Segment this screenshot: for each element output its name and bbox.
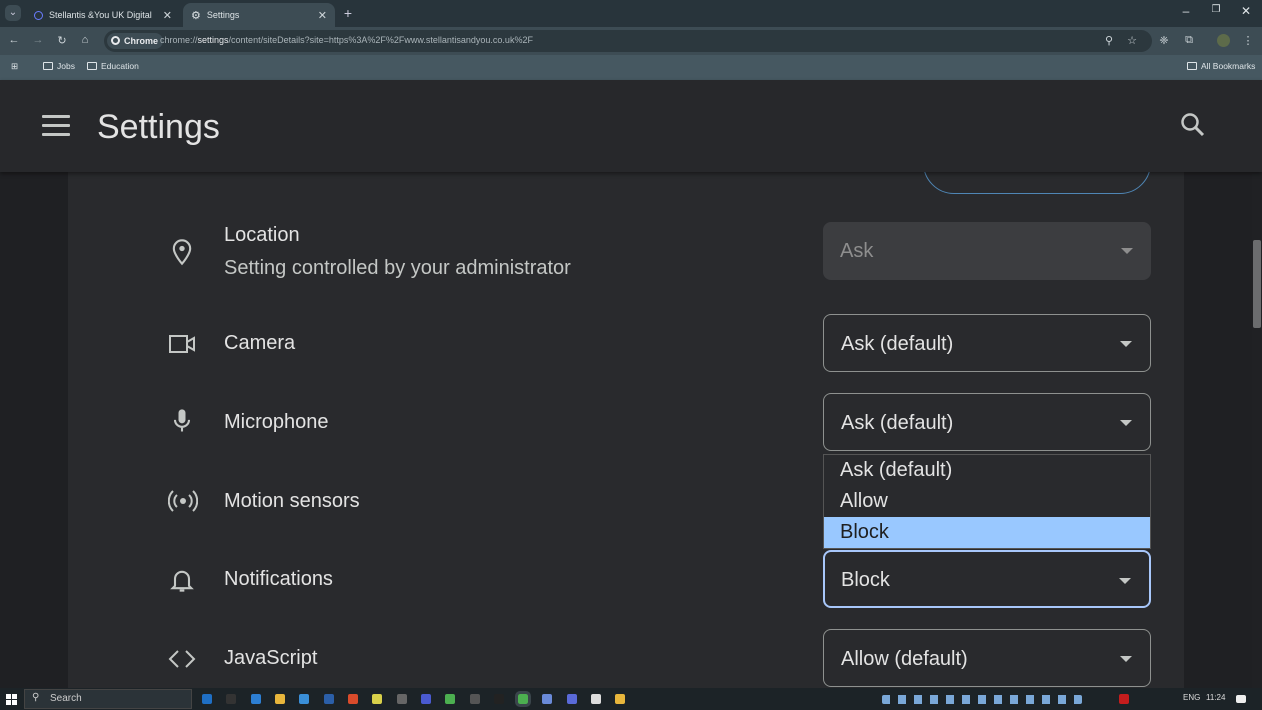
tray-red-icon[interactable] <box>1119 694 1129 704</box>
camera-icon <box>169 335 195 353</box>
close-tab-icon[interactable]: ✕ <box>163 9 172 22</box>
settings-header: Settings <box>0 80 1262 172</box>
menu-kebab-icon[interactable]: ⋮ <box>1241 34 1255 47</box>
bell-icon <box>170 570 194 592</box>
language-indicator[interactable]: ENG <box>1183 693 1200 702</box>
app-icon[interactable] <box>348 694 358 704</box>
search-icon[interactable] <box>1180 112 1206 138</box>
location-pin-icon <box>172 239 192 266</box>
avatar[interactable] <box>1217 34 1230 47</box>
outlook-app-icon[interactable] <box>202 694 212 704</box>
bookmark-star-icon[interactable]: ☆ <box>1125 34 1139 47</box>
teams-app-icon[interactable] <box>567 694 577 704</box>
site-favicon <box>34 10 43 20</box>
address-bar[interactable]: Chrome chrome://settings/content/siteDet… <box>104 30 1152 52</box>
folder-icon <box>43 62 53 70</box>
camera-select[interactable]: Ask (default) <box>823 314 1151 372</box>
bookmarks-bar: ⊞ Jobs Education All Bookmarks <box>0 55 1262 80</box>
tab-stellantis[interactable]: Stellantis &You UK Digital ✕ <box>24 3 180 27</box>
app-icon[interactable] <box>591 694 601 704</box>
tab-settings[interactable]: ⚙ Settings ✕ <box>183 3 335 27</box>
url-text: chrome://settings/content/siteDetails?si… <box>160 35 533 45</box>
tab-search-button[interactable]: ⌄ <box>5 5 21 21</box>
bookmark-folder-jobs[interactable]: Jobs <box>43 61 75 71</box>
folder-icon <box>87 62 97 70</box>
motion-sensors-icon <box>168 490 198 512</box>
app-icon[interactable] <box>421 694 431 704</box>
app-icon[interactable] <box>372 694 382 704</box>
scrollbar-thumb[interactable] <box>1253 240 1261 328</box>
windows-taskbar: ⚲ Search ENG 11:24 <box>0 688 1262 710</box>
system-tray-icons[interactable] <box>882 695 1082 704</box>
extensions-puzzle-icon[interactable]: ⧉ <box>1182 34 1196 47</box>
scrollbar[interactable] <box>1252 172 1262 688</box>
chrome-app-icon[interactable] <box>445 694 455 704</box>
close-window-button[interactable]: ✕ <box>1236 4 1256 18</box>
notifications-dropdown-list[interactable]: Ask (default) Allow Block <box>823 454 1151 549</box>
gear-icon: ⚙ <box>191 9 201 22</box>
notifications-select[interactable]: Block <box>823 550 1151 608</box>
option-allow[interactable]: Allow <box>824 486 1150 517</box>
reload-icon[interactable]: ↻ <box>55 34 69 47</box>
toolbar: ← → ↻ ⌂ Chrome chrome://settings/content… <box>0 27 1262 55</box>
windows-start-icon[interactable] <box>6 694 17 705</box>
minimize-button[interactable]: – <box>1176 4 1196 18</box>
edge-app-icon[interactable] <box>299 694 309 704</box>
zoom-icon[interactable]: ⚲ <box>1102 34 1116 47</box>
app-icon[interactable] <box>542 694 552 704</box>
javascript-select[interactable]: Allow (default) <box>823 629 1151 687</box>
microphone-select[interactable]: Ask (default) <box>823 393 1151 451</box>
chrome-active-app-icon[interactable] <box>515 691 531 707</box>
new-tab-button[interactable]: + <box>340 5 356 21</box>
app-icon[interactable] <box>324 694 334 704</box>
extension-icon[interactable]: ❈ <box>1157 34 1171 47</box>
app-icon[interactable] <box>494 694 504 704</box>
apps-grid-icon[interactable]: ⊞ <box>11 61 18 72</box>
restore-button[interactable]: ❐ <box>1206 4 1226 15</box>
close-tab-icon[interactable]: ✕ <box>318 9 327 22</box>
app-icon[interactable] <box>226 694 236 704</box>
home-icon[interactable]: ⌂ <box>78 34 92 46</box>
taskbar-search[interactable]: ⚲ Search <box>24 689 192 709</box>
hamburger-menu-icon[interactable] <box>42 115 70 142</box>
code-icon <box>168 650 196 668</box>
vscode-app-icon[interactable] <box>251 694 261 704</box>
bookmark-folder-education[interactable]: Education <box>87 61 139 71</box>
chrome-icon <box>111 36 120 45</box>
clock[interactable]: 11:24 <box>1206 693 1225 702</box>
file-explorer-icon[interactable] <box>275 694 285 704</box>
search-icon: ⚲ <box>32 692 40 703</box>
folder-icon <box>1187 62 1197 70</box>
tab-strip: ⌄ Stellantis &You UK Digital ✕ ⚙ Settings… <box>0 0 1262 27</box>
folder-app-icon[interactable] <box>615 694 625 704</box>
page-title: Settings <box>97 108 220 146</box>
option-ask-default[interactable]: Ask (default) <box>824 455 1150 486</box>
back-icon[interactable]: ← <box>7 34 21 46</box>
forward-icon[interactable]: → <box>31 34 45 46</box>
location-select: Ask <box>823 222 1151 280</box>
microphone-icon <box>173 409 191 432</box>
notification-center-icon[interactable] <box>1236 695 1246 703</box>
app-icon[interactable] <box>397 694 407 704</box>
app-icon[interactable] <box>470 694 480 704</box>
all-bookmarks[interactable]: All Bookmarks <box>1187 61 1255 71</box>
option-block[interactable]: Block <box>824 517 1150 548</box>
site-chip[interactable]: Chrome <box>107 33 164 49</box>
permissions-card: Reset permissions Location Setting contr… <box>68 132 1184 688</box>
